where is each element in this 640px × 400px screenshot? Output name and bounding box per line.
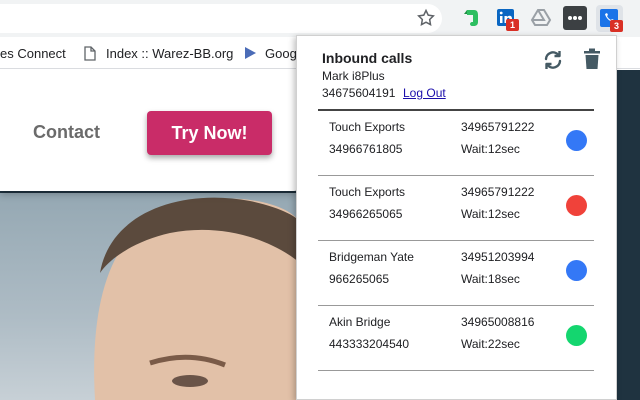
linkedin-badge: 1 bbox=[506, 19, 519, 31]
bookmark-item[interactable]: Index :: Warez-BB.org bbox=[106, 46, 233, 61]
wait-time: Wait:12sec bbox=[461, 142, 520, 156]
try-now-button[interactable]: Try Now! bbox=[147, 111, 272, 155]
inbound-calls-popup: Inbound calls Mark i8Plus 34675604191 Lo… bbox=[296, 35, 617, 400]
contact-link[interactable]: Contact bbox=[33, 122, 100, 143]
call-row[interactable]: Touch Exports 34966761805 34965791222 Wa… bbox=[318, 112, 594, 176]
caller-number: 34966265065 bbox=[329, 207, 403, 221]
inbound-calls-extension-button[interactable]: 3 bbox=[596, 5, 623, 32]
caller-name: Touch Exports bbox=[329, 185, 406, 199]
refresh-icon[interactable] bbox=[541, 48, 565, 72]
page-icon bbox=[84, 46, 96, 61]
call-row[interactable]: Touch Exports 34966265065 34965791222 Wa… bbox=[318, 177, 594, 241]
bookmark-item[interactable]: Goog bbox=[265, 46, 297, 61]
status-dot bbox=[566, 130, 587, 151]
called-number: 34951203994 bbox=[461, 250, 535, 264]
wait-time: Wait:18sec bbox=[461, 272, 520, 286]
wait-time: Wait:12sec bbox=[461, 207, 520, 221]
dots-extension-icon[interactable] bbox=[563, 6, 587, 30]
status-dot bbox=[566, 260, 587, 281]
called-number: 34965791222 bbox=[461, 185, 535, 199]
wait-time: Wait:22sec bbox=[461, 337, 520, 351]
browser-toolbar: 1 3 bbox=[0, 0, 640, 37]
linkedin-icon[interactable]: 1 bbox=[494, 6, 519, 31]
caller-number: 966265065 bbox=[329, 272, 390, 286]
bookmark-star-icon[interactable] bbox=[416, 8, 436, 28]
call-row[interactable]: Bridgeman Yate 966265065 34951203994 Wai… bbox=[318, 242, 594, 306]
called-number: 34965791222 bbox=[461, 120, 535, 134]
popup-title: Inbound calls bbox=[322, 50, 413, 66]
caller-name: Bridgeman Yate bbox=[329, 250, 414, 264]
evernote-icon[interactable] bbox=[460, 6, 484, 30]
user-name: Mark i8Plus bbox=[322, 69, 385, 83]
bookmark-item[interactable]: es Connect bbox=[0, 46, 66, 61]
trash-icon[interactable] bbox=[583, 48, 601, 70]
caller-number: 34966761805 bbox=[329, 142, 403, 156]
status-dot bbox=[566, 195, 587, 216]
inbound-calls-badge: 3 bbox=[610, 20, 623, 32]
called-number: 34965008816 bbox=[461, 315, 535, 329]
caller-number: 443333204540 bbox=[329, 337, 410, 351]
play-store-icon bbox=[245, 47, 256, 59]
google-drive-icon[interactable] bbox=[529, 6, 553, 30]
call-row[interactable]: Akin Bridge 443333204540 34965008816 Wai… bbox=[318, 307, 594, 371]
logout-link[interactable]: Log Out bbox=[403, 86, 446, 100]
caller-name: Touch Exports bbox=[329, 120, 406, 134]
header-divider bbox=[318, 109, 594, 111]
caller-name: Akin Bridge bbox=[329, 315, 391, 329]
status-dot bbox=[566, 325, 587, 346]
nav-card: Contact Try Now! bbox=[0, 70, 300, 191]
hero-photo bbox=[0, 193, 300, 400]
user-number: 34675604191 bbox=[322, 86, 396, 100]
address-bar[interactable] bbox=[0, 4, 442, 33]
person-photo bbox=[94, 197, 300, 400]
browser-window: 1 3 es Connect Index :: Warez-BB.org Goo… bbox=[0, 0, 640, 400]
